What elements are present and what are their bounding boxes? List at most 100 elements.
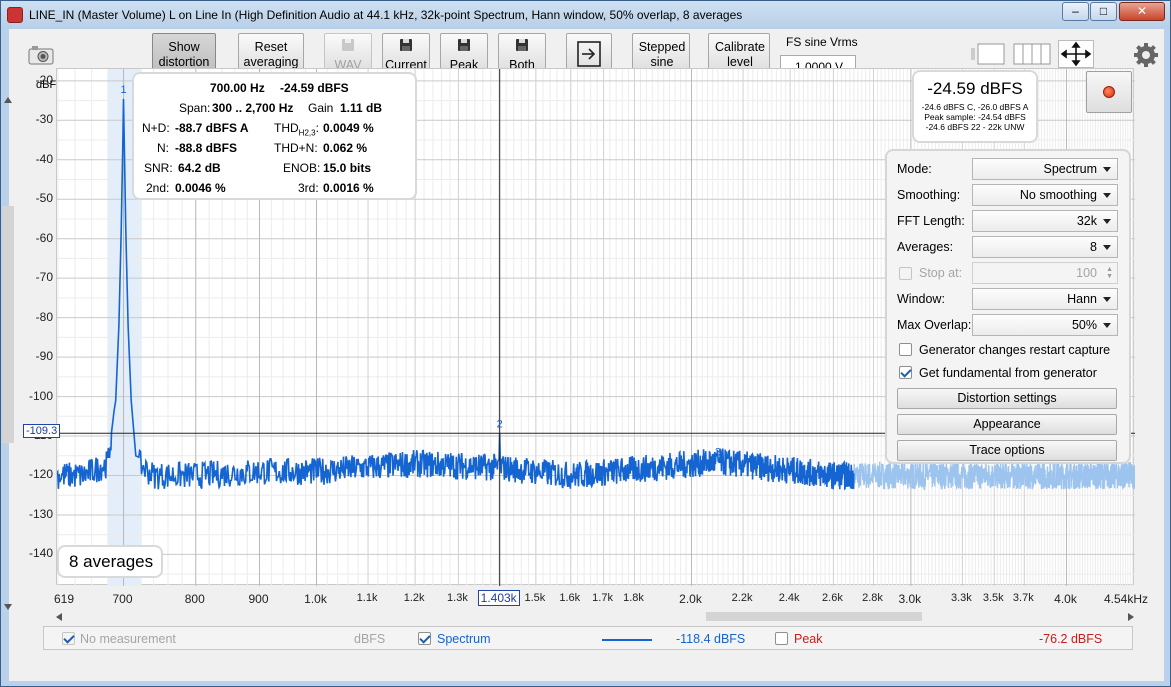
window-select[interactable]: Hann — [972, 288, 1118, 310]
window-title: LINE_IN (Master Volume) L on Line In (Hi… — [29, 8, 743, 22]
spinner-icon[interactable]: ▲ ▼ — [1106, 266, 1113, 280]
harmonic-label: 2 — [497, 418, 503, 430]
fullscreen-icon[interactable] — [1058, 40, 1094, 68]
snr-label: SNR: — [144, 161, 173, 175]
gear-icon[interactable] — [1134, 43, 1158, 67]
peak-level-detail-1: -24.6 dBFS C, -26.0 dBFS A — [921, 102, 1029, 112]
window-label: Window: — [897, 292, 945, 306]
noise-value: -88.8 dBFS — [175, 141, 238, 155]
record-icon — [1103, 86, 1115, 98]
x-tick-label: 2.2k — [731, 592, 753, 604]
y-tick-label: -50 — [35, 191, 53, 206]
y-tick-label: -40 — [35, 151, 53, 166]
harmonic-label: 1 — [120, 84, 126, 96]
x-tick-label: 3.7k — [1012, 592, 1034, 604]
trace-options-button[interactable]: Trace options — [897, 440, 1117, 461]
stop-at-input[interactable]: 100 ▲ ▼ — [972, 262, 1118, 284]
y-tick-label: -140 — [28, 546, 53, 561]
thd-value: 0.0049 % — [323, 121, 374, 135]
single-view-icon[interactable] — [970, 42, 1006, 66]
snapshot-camera-button[interactable] — [23, 37, 59, 73]
fft-length-label: FFT Length: — [897, 214, 965, 228]
chevron-down-icon — [1103, 167, 1111, 172]
x-tick-label: 800 — [184, 592, 205, 606]
status-bar: No measurement dBFS Spectrum -118.4 dBFS… — [43, 626, 1133, 650]
vertical-scrollbar[interactable] — [1, 61, 15, 610]
y-tick-label: -100 — [28, 388, 53, 403]
generator-restart-checkbox[interactable] — [899, 343, 912, 356]
fundamental-frequency: 700.00 Hz — [210, 81, 265, 95]
x-tick-label: 1.8k — [623, 592, 644, 604]
x-tick-label: 1.1k — [356, 592, 378, 604]
averages-select[interactable]: 8 — [972, 236, 1118, 258]
chevron-down-icon — [1103, 193, 1111, 198]
y-tick-label: -20 — [35, 72, 53, 87]
chevron-down-icon — [1103, 219, 1111, 224]
settings-panel: Mode: Spectrum Smoothing: No smoothing F… — [885, 149, 1131, 464]
enob-value: 15.0 bits — [323, 161, 372, 175]
x-tick-label: 700 — [112, 592, 133, 606]
calibrate-level-label: Calibrate level — [714, 40, 766, 69]
max-overlap-select[interactable]: 50% — [972, 314, 1118, 336]
snr-value: 64.2 dB — [178, 161, 221, 175]
peak-checkbox[interactable] — [775, 632, 788, 645]
peak-level-detail-3: -24.6 dBFS 22 - 22k UNW — [925, 122, 1025, 132]
spectrum-checkbox[interactable] — [418, 632, 431, 645]
spectrum-line-swatch — [602, 639, 652, 641]
scroll-right-icon[interactable] — [1128, 613, 1134, 621]
x-tick-label: 3.5k — [982, 592, 1004, 604]
peak-trace-value: -76.2 dBFS — [1039, 632, 1103, 646]
x-tick-label: 4.0k — [1054, 592, 1077, 606]
minimize-button[interactable]: – — [1062, 2, 1089, 21]
scroll-down-icon[interactable] — [4, 604, 12, 610]
thdn-label: THD+N: — [274, 141, 318, 155]
close-button[interactable]: ✕ — [1119, 2, 1165, 21]
cursor-level-label: -109.3 — [23, 424, 61, 439]
stop-at-checkbox[interactable] — [899, 267, 912, 280]
y-tick-label: -30 — [35, 112, 53, 127]
fft-length-select[interactable]: 32k — [972, 210, 1118, 232]
save-icon — [458, 39, 470, 51]
x-tick-label: 3.0k — [898, 592, 922, 606]
distortion-settings-button[interactable]: Distortion settings — [897, 388, 1117, 409]
spectrum-label: Spectrum — [437, 632, 491, 646]
fundamental-from-generator-checkbox[interactable] — [899, 366, 912, 379]
noise-label: N: — [157, 141, 169, 155]
app-window: LINE_IN (Master Volume) L on Line In (Hi… — [0, 0, 1171, 687]
x-tick-label: 900 — [248, 592, 269, 606]
x-tick-label: 2.4k — [778, 592, 800, 604]
x-tick-label: 2.0k — [679, 592, 702, 606]
scroll-left-icon[interactable] — [56, 613, 62, 621]
third-harmonic-value: 0.0016 % — [323, 181, 374, 195]
smoothing-select[interactable]: No smoothing — [972, 184, 1118, 206]
max-overlap-label: Max Overlap: — [897, 318, 972, 332]
no-measurement-checkbox[interactable] — [62, 632, 75, 645]
vertical-scroll-thumb[interactable] — [2, 206, 14, 443]
x-tick-label: 1.2k — [403, 592, 425, 604]
chevron-down-icon — [1103, 245, 1111, 250]
scroll-up-icon[interactable] — [4, 97, 12, 103]
span-value: 300 .. 2,700 Hz — [212, 101, 294, 115]
horizontal-scroll-thumb[interactable] — [706, 612, 922, 621]
record-button[interactable] — [1086, 71, 1132, 113]
horizontal-scrollbar[interactable] — [56, 609, 1134, 623]
averages-panel: 8 averages — [57, 545, 163, 578]
maximize-button[interactable]: □ — [1090, 2, 1117, 21]
fundamental-level: -24.59 dBFS — [280, 81, 349, 95]
x-tick-label: 1.0k — [304, 592, 327, 606]
save-icon — [516, 39, 528, 51]
x-tick-label: 4.54kHz — [1103, 592, 1149, 606]
y-tick-label: -120 — [28, 467, 53, 482]
x-tick-label: 1.6k — [559, 592, 581, 604]
mode-select[interactable]: Spectrum — [972, 158, 1118, 180]
thd-label: THDH2,3: — [274, 121, 319, 138]
enob-label: ENOB: — [283, 161, 321, 175]
harmonic-label: 3 — [715, 447, 721, 459]
reset-averaging-label: Reset averaging — [243, 40, 299, 69]
chevron-down-icon — [1103, 297, 1111, 302]
appearance-button[interactable]: Appearance — [897, 414, 1117, 435]
title-bar: LINE_IN (Master Volume) L on Line In (Hi… — [1, 1, 1170, 29]
no-measurement-label: No measurement — [80, 632, 176, 646]
multi-view-icon[interactable] — [1013, 42, 1051, 66]
nd-value: -88.7 dBFS A — [175, 121, 249, 135]
